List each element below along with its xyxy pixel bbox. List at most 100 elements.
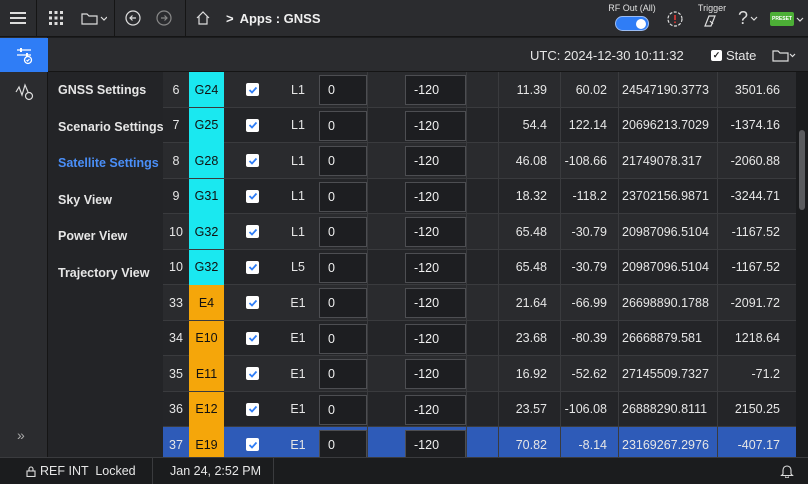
power-input[interactable]: -120 <box>405 359 466 389</box>
satellite-enable-checkbox[interactable] <box>246 118 259 132</box>
menu-item-trajectory-view[interactable]: Trajectory View <box>58 266 150 280</box>
value-input-1[interactable]: 0 <box>319 323 367 354</box>
check-icon <box>248 263 257 271</box>
back-button[interactable] <box>115 0 151 37</box>
frequency-band: L1 <box>291 224 305 239</box>
frequency-band: E1 <box>290 295 306 310</box>
help-icon: ? <box>738 8 749 28</box>
satellite-enable-checkbox[interactable] <box>246 83 259 96</box>
power-input[interactable]: -120 <box>405 146 466 176</box>
rf-out-toggle[interactable] <box>615 16 649 31</box>
help-button[interactable]: ? <box>738 8 758 29</box>
row-index: 6 <box>172 82 180 97</box>
forward-button[interactable] <box>151 0 177 37</box>
power-input[interactable]: -120 <box>405 110 466 141</box>
value-input-1[interactable]: 0 <box>319 217 367 247</box>
satellite-enable-checkbox[interactable] <box>246 367 259 380</box>
menu-item-sky-view[interactable]: Sky View <box>58 193 112 207</box>
value-input-1[interactable]: 0 <box>319 430 367 457</box>
trigger-control[interactable]: Trigger <box>692 3 732 31</box>
apps-button[interactable] <box>37 0 74 37</box>
ref-status-text: REF INT Locked <box>40 464 136 478</box>
table-row[interactable]: 7 G25 L1 0 -120 54.4 122.14 20696213.702… <box>163 107 796 143</box>
ref-status[interactable]: REF INT Locked <box>26 464 136 478</box>
rail-expand-button[interactable]: » <box>17 427 25 443</box>
table-row[interactable]: 10 G32 L5 0 -120 65.48 -30.79 20987096.5… <box>163 249 796 285</box>
power-input[interactable]: -120 <box>405 430 466 457</box>
utc-time: UTC: 2024-12-30 10:11:32 <box>530 48 684 63</box>
power-input[interactable]: -120 <box>405 394 466 425</box>
left-rail: » <box>0 37 48 457</box>
menu-item-scenario-settings[interactable]: Scenario Settings <box>58 120 164 134</box>
satellite-id: G25 <box>189 107 224 143</box>
azimuth-value: -80.39 <box>571 331 607 345</box>
alert-button[interactable] <box>667 11 683 30</box>
value-input-1[interactable]: 0 <box>319 359 367 389</box>
table-row[interactable]: 6 G24 L1 0 -120 11.39 60.02 24547190.377… <box>163 72 796 108</box>
row-index: 10 <box>169 260 183 274</box>
table-row[interactable]: 34 E10 E1 0 -120 23.68 -80.39 26668879.5… <box>163 320 796 356</box>
state-label: State <box>726 48 757 63</box>
state-checkbox[interactable]: ✓ State <box>711 48 756 63</box>
satellite-id: G28 <box>189 143 224 178</box>
state-folder-button[interactable] <box>772 48 796 65</box>
folder-icon <box>772 50 796 62</box>
table-row[interactable]: 8 G28 L1 0 -120 46.08 -108.66 21749078.3… <box>163 143 796 179</box>
row-index: 34 <box>169 331 183 345</box>
check-icon <box>248 370 257 378</box>
folder-menu-button[interactable] <box>74 0 114 37</box>
table-row[interactable]: 36 E12 E1 0 -120 23.57 -106.08 26888290.… <box>163 391 796 427</box>
power-input[interactable]: -120 <box>405 323 466 354</box>
satellite-enable-checkbox[interactable] <box>246 189 259 203</box>
elevation-value: 46.08 <box>515 153 547 168</box>
notifications-button[interactable] <box>780 464 794 481</box>
value-input-1[interactable]: 0 <box>319 394 367 425</box>
check-icon <box>248 157 257 165</box>
rail-signal-button[interactable] <box>0 75 48 109</box>
table-row[interactable]: 33 E4 E1 0 -120 21.64 -66.99 26698890.17… <box>163 285 796 321</box>
value-input-1[interactable]: 0 <box>319 75 367 105</box>
satellite-enable-checkbox[interactable] <box>246 225 259 238</box>
menu-item-gnss-settings[interactable]: GNSS Settings <box>58 83 146 97</box>
trigger-icon <box>704 15 716 27</box>
value-input-1[interactable]: 0 <box>319 288 367 318</box>
power-input[interactable]: -120 <box>405 181 466 212</box>
table-row[interactable]: 37 E19 E1 0 -120 70.82 -8.14 23169267.29… <box>163 427 796 457</box>
satellite-enable-checkbox[interactable] <box>246 402 259 416</box>
satellite-enable-checkbox[interactable] <box>246 260 259 274</box>
value-input-1[interactable]: 0 <box>319 181 367 212</box>
power-input[interactable]: -120 <box>405 252 466 283</box>
value-input-1[interactable]: 0 <box>319 110 367 141</box>
satellite-id: G32 <box>189 214 224 249</box>
power-input[interactable]: -120 <box>405 217 466 247</box>
breadcrumb-text[interactable]: Apps : GNSS <box>240 11 321 26</box>
preset-button[interactable]: PRESET <box>770 12 794 26</box>
check-icon <box>248 228 257 236</box>
check-icon <box>248 86 257 94</box>
value-input-1[interactable]: 0 <box>319 252 367 283</box>
satellite-enable-checkbox[interactable] <box>246 438 259 451</box>
satellite-id: E12 <box>189 391 224 427</box>
satellite-enable-checkbox[interactable] <box>246 296 259 309</box>
rf-out-control[interactable]: RF Out (All) <box>606 3 658 31</box>
satellite-enable-checkbox[interactable] <box>246 331 259 345</box>
table-row[interactable]: 9 G31 L1 0 -120 18.32 -118.2 23702156.98… <box>163 178 796 214</box>
home-icon <box>196 11 210 25</box>
satellite-enable-checkbox[interactable] <box>246 154 259 167</box>
row-index: 8 <box>172 153 180 168</box>
value-input-1[interactable]: 0 <box>319 146 367 176</box>
hamburger-menu-button[interactable] <box>0 0 36 37</box>
power-input[interactable]: -120 <box>405 288 466 318</box>
table-scrollbar[interactable] <box>796 72 808 457</box>
frequency-band: L1 <box>291 153 305 168</box>
table-row[interactable]: 35 E11 E1 0 -120 16.92 -52.62 27145509.7… <box>163 356 796 392</box>
menu-item-power-view[interactable]: Power View <box>58 229 127 243</box>
doppler-value: -407.17 <box>737 437 780 452</box>
rail-settings-button[interactable] <box>0 38 48 72</box>
home-button[interactable] <box>186 0 220 37</box>
check-icon <box>248 192 257 200</box>
menu-item-satellite-settings[interactable]: Satellite Settings <box>58 156 159 170</box>
table-row[interactable]: 10 G32 L1 0 -120 65.48 -30.79 20987096.5… <box>163 214 796 250</box>
scrollbar-thumb[interactable] <box>799 130 805 210</box>
power-input[interactable]: -120 <box>405 75 466 105</box>
